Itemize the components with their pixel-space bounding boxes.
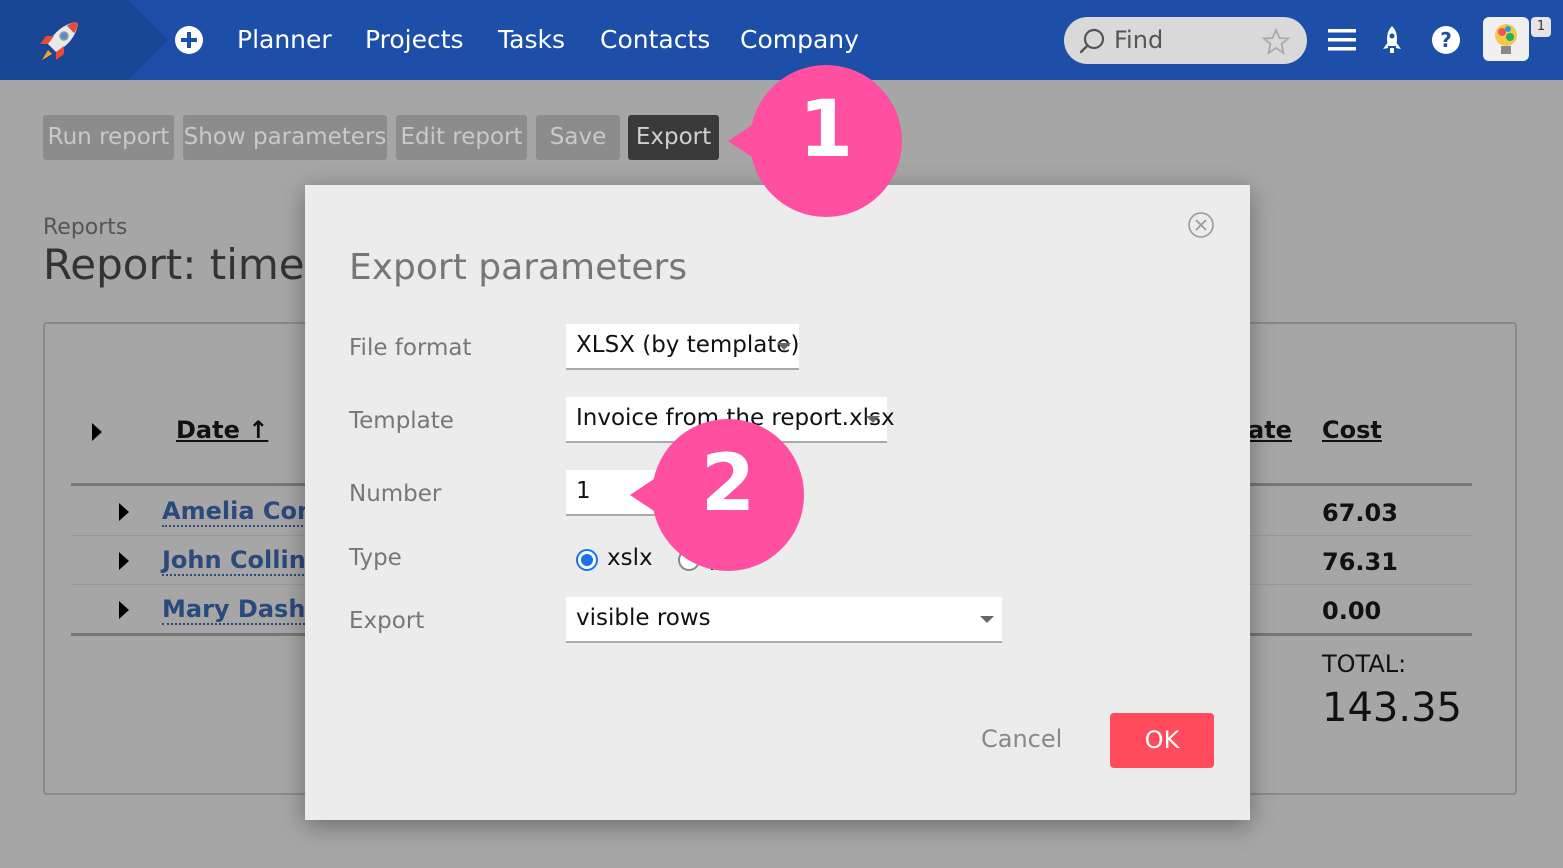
column-header-cost[interactable]: Cost [1322,416,1382,444]
export-rows-value: visible rows [576,605,711,631]
rocket-icon[interactable] [1374,22,1410,58]
notification-badge: 1 [1531,17,1551,37]
avatar[interactable] [1483,17,1529,61]
page-title: Report: time- [43,240,320,289]
run-report-button[interactable]: Run report [43,115,174,160]
row-expand-caret-icon[interactable] [119,552,129,570]
file-format-value: XLSX (by template) [576,332,800,358]
logo-zone [0,0,168,80]
template-label: Template [349,408,454,434]
save-button[interactable]: Save [536,115,620,160]
expand-all-caret-icon[interactable] [92,423,102,441]
dialog-title: Export parameters [349,247,688,288]
column-header-date[interactable]: Date ↑ [176,416,268,444]
breadcrumb[interactable]: Reports [43,215,127,240]
nav-contacts[interactable]: Contacts [600,24,710,56]
dropdown-arrow-icon [777,343,791,350]
column-header-rate[interactable]: ate [1248,416,1292,444]
export-button[interactable]: Export [628,115,719,160]
ok-button[interactable]: OK [1110,713,1214,768]
star-icon[interactable] [1261,27,1291,57]
number-value: 1 [576,478,591,504]
total-value: 143.35 [1322,685,1462,731]
export-rows-select[interactable]: visible rows [566,597,1002,643]
callout-number: 1 [798,85,854,175]
search-icon [1079,28,1105,54]
file-format-label: File format [349,335,472,361]
rocket-logo-icon[interactable] [34,16,84,66]
callout-marker-2: 2 [630,419,806,571]
callout-number: 2 [700,439,756,529]
nav-planner[interactable]: Planner [237,24,332,56]
nav-company[interactable]: Company [740,24,859,56]
search-input[interactable]: Find [1064,17,1307,64]
number-label: Number [349,481,442,507]
edit-report-button[interactable]: Edit report [396,115,527,160]
svg-text:?: ? [1440,28,1452,52]
dropdown-arrow-icon [866,416,880,423]
search-placeholder: Find [1114,26,1164,54]
row-expand-caret-icon[interactable] [119,503,129,521]
add-icon[interactable] [174,25,204,55]
row-expand-caret-icon[interactable] [119,601,129,619]
total-label: TOTAL: [1322,650,1407,678]
type-label: Type [349,545,402,571]
nav-projects[interactable]: Projects [365,24,464,56]
nav-tasks[interactable]: Tasks [498,24,565,56]
table-row-cost: 0.00 [1322,597,1382,625]
export-label: Export [349,608,425,634]
lightbulb-avatar-icon [1495,24,1517,54]
callout-marker-1: 1 [728,65,904,217]
file-format-select[interactable]: XLSX (by template) [566,324,800,370]
table-row-cost: 76.31 [1322,548,1398,576]
show-parameters-button[interactable]: Show parameters [183,115,387,160]
menu-icon[interactable] [1324,22,1360,58]
dropdown-arrow-icon [980,616,994,623]
close-icon[interactable] [1187,211,1215,239]
table-row-cost: 67.03 [1322,499,1398,527]
table-row-name[interactable]: Mary Dash [162,595,306,625]
help-icon[interactable]: ? [1428,22,1464,58]
table-row-name[interactable]: John Collins [162,546,321,576]
cancel-button[interactable]: Cancel [981,725,1062,753]
type-radio-xslx[interactable] [576,549,598,571]
